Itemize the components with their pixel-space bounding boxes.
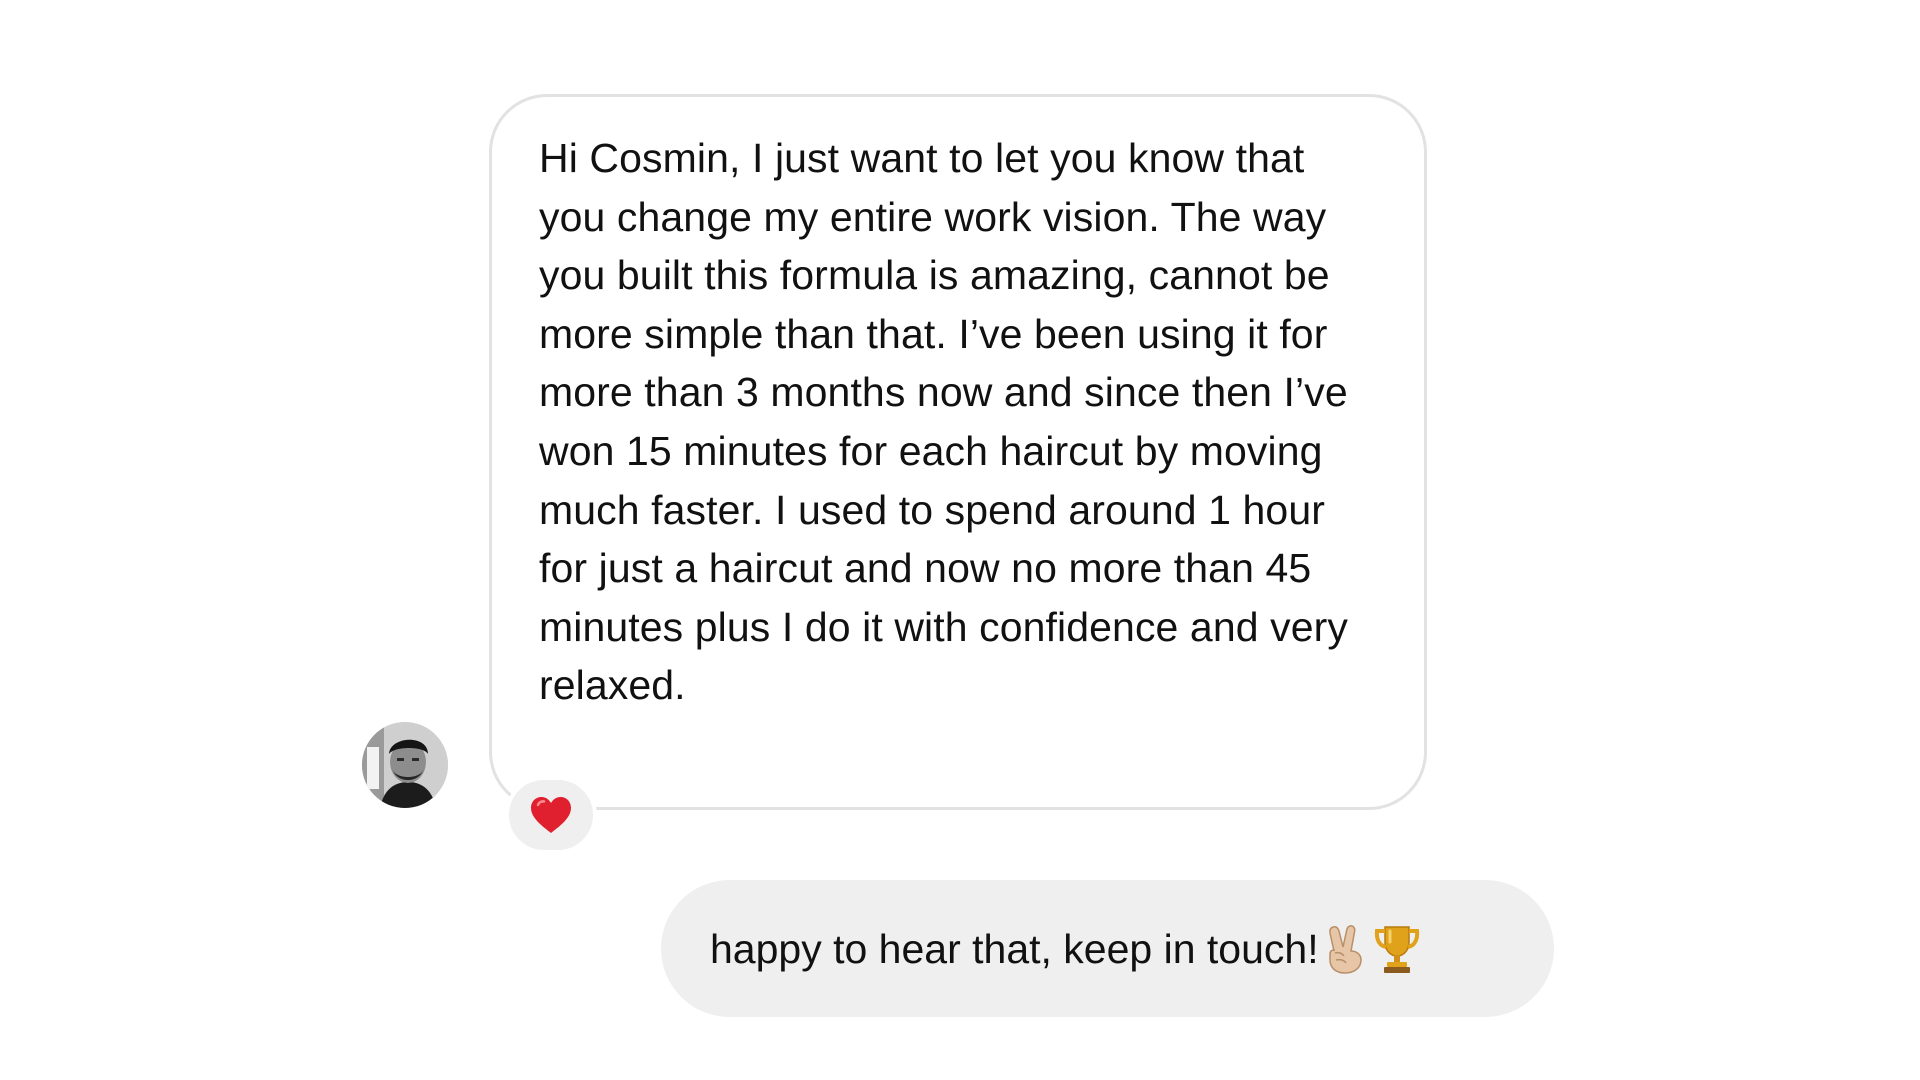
chat-thread: Hi Cosmin, I just want to let you know t…: [0, 0, 1920, 1080]
incoming-message-text: Hi Cosmin, I just want to let you know t…: [539, 135, 1348, 709]
avatar-photo-icon: [362, 722, 448, 808]
heart-icon: [531, 797, 571, 833]
outgoing-message-text: happy to hear that, keep in touch!: [710, 925, 1319, 972]
outgoing-message-bubble[interactable]: happy to hear that, keep in touch!: [661, 880, 1554, 1017]
victory-hand-icon: [1323, 923, 1367, 975]
trophy-icon: [1371, 922, 1423, 976]
message-reaction[interactable]: [505, 776, 597, 854]
incoming-message-bubble[interactable]: Hi Cosmin, I just want to let you know t…: [489, 94, 1427, 810]
sender-avatar[interactable]: [362, 722, 448, 808]
